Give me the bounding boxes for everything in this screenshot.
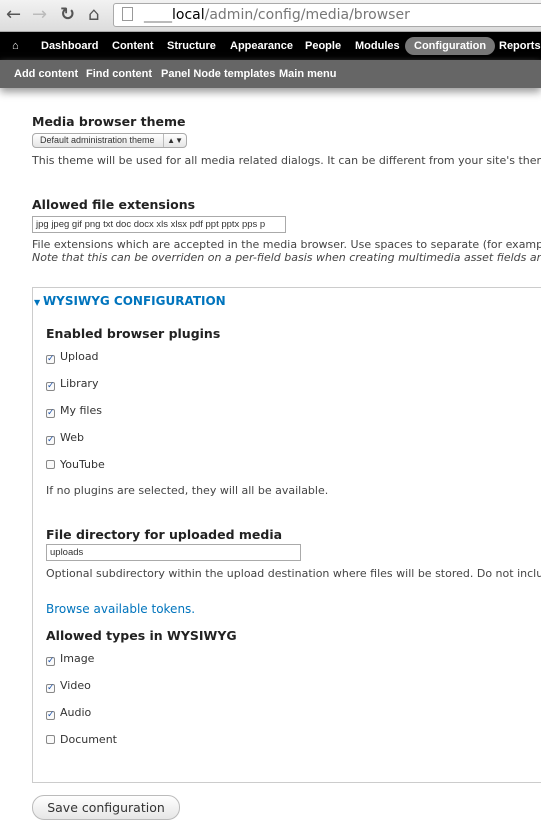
home-icon[interactable]: ⌂ xyxy=(88,4,99,25)
plugin-library-checkbox[interactable]: ✓ Library xyxy=(46,377,98,391)
theme-label: Media browser theme xyxy=(32,114,186,129)
collapse-triangle-icon: ▼ xyxy=(34,298,43,307)
browse-tokens-link[interactable]: Browse available tokens. xyxy=(46,602,195,616)
checkbox-checked-icon[interactable]: ✓ xyxy=(46,382,55,391)
toolbar-reports[interactable]: Reports xyxy=(499,32,541,60)
shortcut-add-content[interactable]: Add content xyxy=(14,60,78,88)
type-image-checkbox[interactable]: ✓ Image xyxy=(46,652,94,666)
checkbox-checked-icon[interactable]: ✓ xyxy=(46,657,55,666)
address-bar[interactable]: ____local/admin/config/media/browser xyxy=(113,3,541,27)
type-document-checkbox[interactable]: Document xyxy=(46,733,117,746)
plugin-my-files-checkbox[interactable]: ✓ My files xyxy=(46,404,102,418)
admin-toolbar: ⌂ Dashboard Content Structure Appearance… xyxy=(0,32,541,60)
toolbar-structure[interactable]: Structure xyxy=(167,32,216,60)
toolbar-content[interactable]: Content xyxy=(112,32,154,60)
theme-description: This theme will be used for all media re… xyxy=(32,154,541,167)
shortcuts-bar: Add content Find content Panel Node temp… xyxy=(0,60,541,88)
toolbar-appearance[interactable]: Appearance xyxy=(230,32,293,60)
select-arrows-icon: ▲▼ xyxy=(163,134,183,147)
save-configuration-button[interactable]: Save configuration xyxy=(32,795,180,820)
plugin-web-checkbox[interactable]: ✓ Web xyxy=(46,431,84,445)
page-icon xyxy=(122,7,133,21)
shortcut-find-content[interactable]: Find content xyxy=(86,60,152,88)
toolbar-modules[interactable]: Modules xyxy=(355,32,400,60)
toolbar-people[interactable]: People xyxy=(305,32,341,60)
theme-select[interactable]: Default administration theme ▲▼ xyxy=(32,133,187,148)
checkbox-checked-icon[interactable]: ✓ xyxy=(46,684,55,693)
home-icon[interactable]: ⌂ xyxy=(12,32,19,60)
shortcut-main-menu[interactable]: Main menu xyxy=(279,60,336,88)
toolbar-configuration[interactable]: Configuration xyxy=(405,37,496,55)
type-video-checkbox[interactable]: ✓ Video xyxy=(46,679,91,693)
shortcut-panel-node-templates[interactable]: Panel Node templates xyxy=(161,60,275,88)
directory-label: File directory for uploaded media xyxy=(46,527,283,542)
wysiwyg-legend[interactable]: ▼ WYSIWYG CONFIGURATION xyxy=(34,294,226,308)
checkbox-checked-icon[interactable]: ✓ xyxy=(46,711,55,720)
checkbox-unchecked-icon[interactable] xyxy=(46,735,55,744)
checkbox-checked-icon[interactable]: ✓ xyxy=(46,355,55,364)
extensions-note: Note that this can be overriden on a per… xyxy=(32,251,541,264)
plugin-youtube-checkbox[interactable]: YouTube xyxy=(46,458,105,471)
forward-icon[interactable]: → xyxy=(32,4,47,25)
toolbar-dashboard[interactable]: Dashboard xyxy=(41,32,98,60)
type-audio-checkbox[interactable]: ✓ Audio xyxy=(46,706,91,720)
plugins-label: Enabled browser plugins xyxy=(46,326,221,341)
types-label: Allowed types in WYSIWYG xyxy=(46,628,237,643)
plugins-note: If no plugins are selected, they will al… xyxy=(46,484,329,497)
checkbox-checked-icon[interactable]: ✓ xyxy=(46,436,55,445)
back-icon[interactable]: ← xyxy=(6,4,21,25)
extensions-input[interactable]: jpg jpeg gif png txt doc docx xls xlsx p… xyxy=(32,216,286,233)
extensions-label: Allowed file extensions xyxy=(32,197,196,212)
directory-input[interactable]: uploads xyxy=(46,544,301,561)
directory-description: Optional subdirectory within the upload … xyxy=(46,567,541,580)
checkbox-unchecked-icon[interactable] xyxy=(46,460,55,469)
reload-icon[interactable]: ↻ xyxy=(60,4,75,25)
extensions-description: File extensions which are accepted in th… xyxy=(32,238,541,251)
plugin-upload-checkbox[interactable]: ✓ Upload xyxy=(46,350,99,364)
browser-chrome: ← → ↻ ⌂ ____local/admin/config/media/bro… xyxy=(0,0,541,32)
checkbox-checked-icon[interactable]: ✓ xyxy=(46,409,55,418)
